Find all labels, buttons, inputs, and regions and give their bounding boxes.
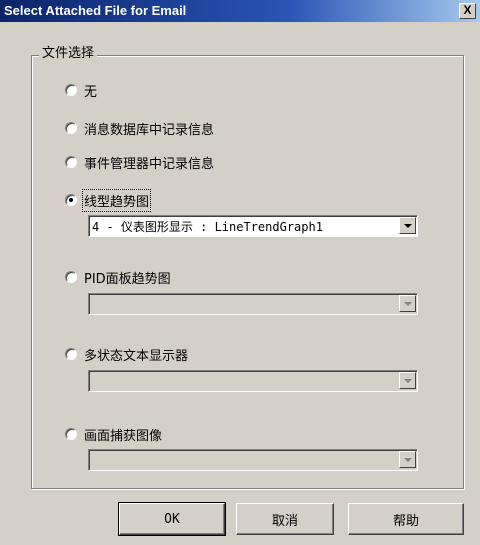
option-message-db-label: 消息数据库中记录信息 [84,122,215,138]
option-pid-trend-label: PID面板趋势图 [84,271,171,287]
radio-line-trend[interactable] [65,194,77,206]
chevron-down-icon [399,451,416,468]
option-event-manager[interactable]: 事件管理器中记录信息 [65,152,214,172]
chevron-down-icon [399,372,416,389]
window-title: Select Attached File for Email [4,3,187,18]
option-screen-capture[interactable]: 画面捕获图像 [65,424,162,444]
cancel-button[interactable]: 取消 [236,503,334,535]
radio-screen-capture[interactable] [65,428,77,440]
line-trend-select-value: 4 - 仪表图形显示 : LineTrendGraph1 [92,220,323,234]
radio-multistate-text[interactable] [65,348,77,360]
radio-pid-trend[interactable] [65,271,77,283]
radio-none[interactable] [65,84,77,96]
option-line-trend-label: 线型趋势图 [81,188,152,212]
help-button[interactable]: 帮助 [348,503,464,535]
multistate-text-select [88,370,418,392]
title-bar: Select Attached File for Email X [0,0,480,22]
option-none[interactable]: 无 [65,80,97,100]
group-label: 文件选择 [39,45,98,63]
option-multistate-text-label: 多状态文本显示器 [84,348,189,364]
option-line-trend[interactable]: 线型趋势图 [65,188,152,212]
line-trend-select[interactable]: 4 - 仪表图形显示 : LineTrendGraph1 [88,215,418,237]
option-none-label: 无 [84,84,98,100]
close-button[interactable]: X [459,3,476,19]
ok-button[interactable]: OK [118,502,226,536]
option-screen-capture-label: 画面捕获图像 [84,428,163,444]
screen-capture-select [88,449,418,471]
option-message-db[interactable]: 消息数据库中记录信息 [65,118,214,138]
option-pid-trend[interactable]: PID面板趋势图 [65,267,171,287]
radio-message-db[interactable] [65,122,77,134]
pid-trend-select [88,293,418,315]
chevron-down-icon [399,295,416,312]
radio-event-manager[interactable] [65,156,77,168]
option-multistate-text[interactable]: 多状态文本显示器 [65,344,188,364]
option-event-manager-label: 事件管理器中记录信息 [84,156,215,172]
chevron-down-icon[interactable] [399,217,416,234]
